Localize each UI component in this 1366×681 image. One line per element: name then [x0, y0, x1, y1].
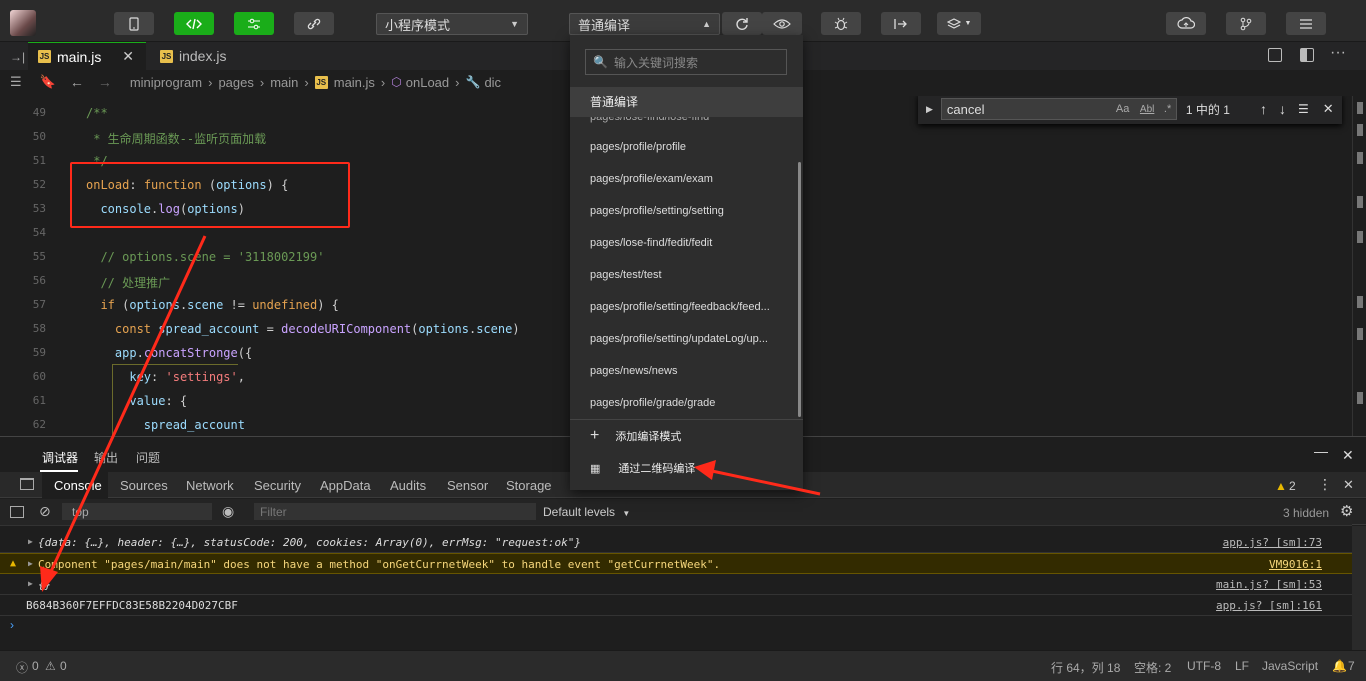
annotation-arrows [40, 235, 821, 592]
annotation-arrow-console [40, 235, 207, 592]
ide-window: 小程序模式 ▼ 普通编译 ▲ ▼ →| JS main.js ✕ JS inde… [0, 0, 1366, 681]
annotation-arrow-qr [694, 460, 821, 496]
